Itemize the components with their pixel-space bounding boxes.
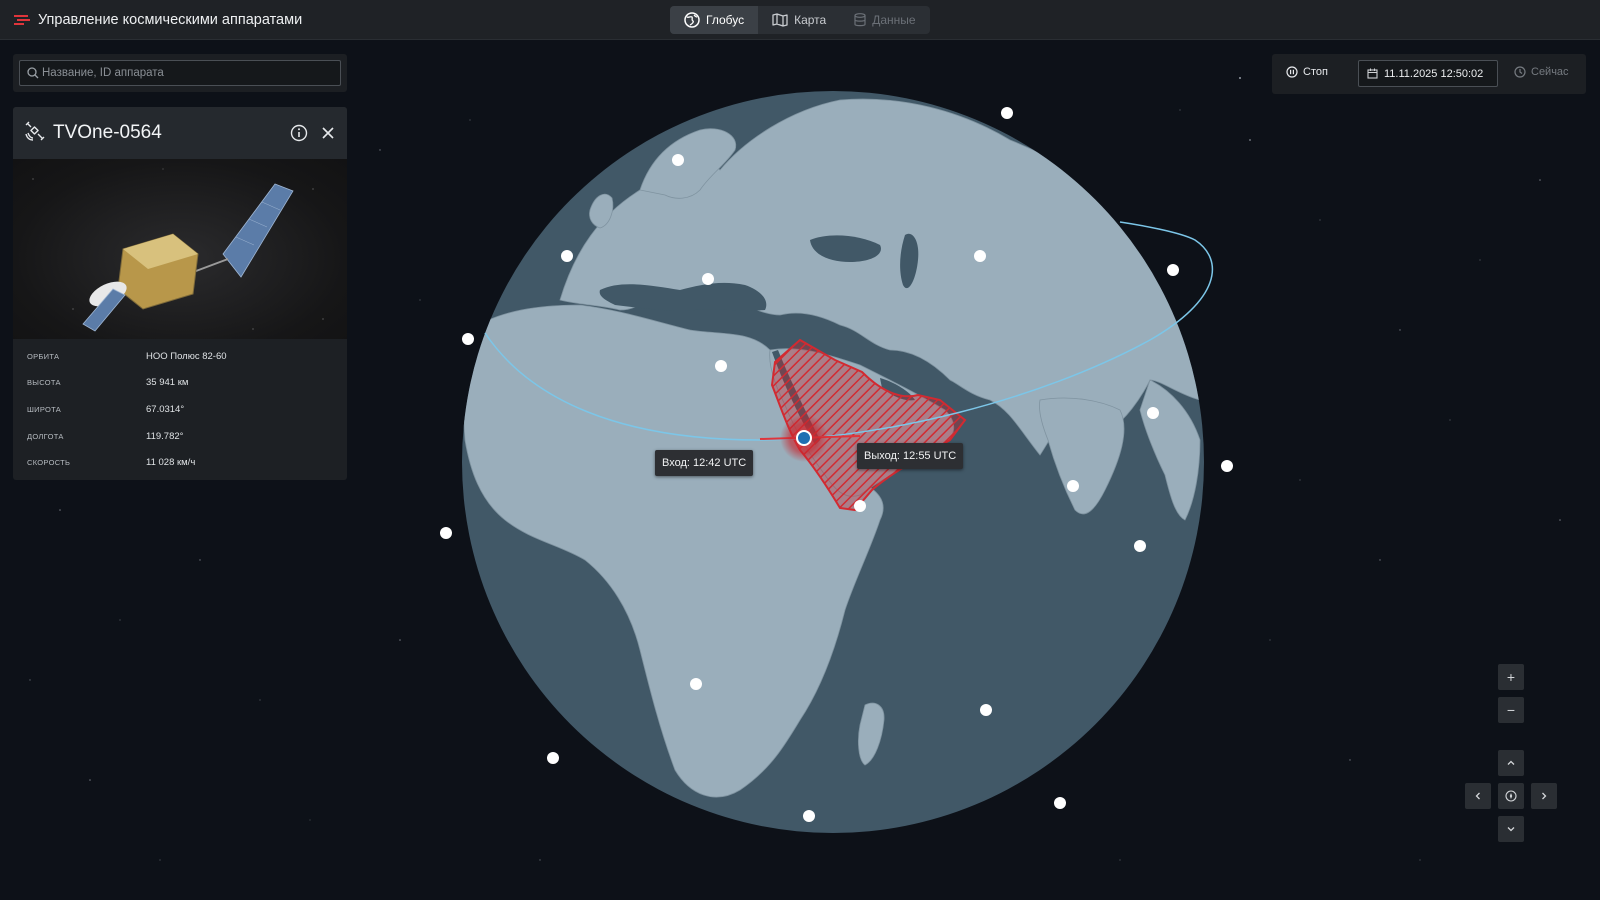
entry-time-tooltip: Вход: 12:42 UTC <box>655 450 754 476</box>
param-value: 35 941 км <box>146 377 189 389</box>
param-value: 67.0314° <box>146 403 185 415</box>
satellite-marker[interactable] <box>702 273 714 285</box>
satellite-name: TVOne-0564 <box>53 122 162 143</box>
param-value: НОО Полюс 82-60 <box>146 350 227 362</box>
chevron-right-icon <box>1542 792 1547 800</box>
search-panel <box>13 54 347 92</box>
chevron-up-icon <box>1507 760 1515 765</box>
satellite-image <box>13 159 347 339</box>
map-icon <box>772 13 788 27</box>
tab-map[interactable]: Карта <box>758 6 840 34</box>
entry-time-label: Вход: 12:42 UTC <box>662 457 747 469</box>
satellite-marker[interactable] <box>690 678 702 690</box>
satellite-marker[interactable] <box>854 500 866 512</box>
param-row-orbit: ОРБИТА НОО Полюс 82-60 <box>13 343 347 370</box>
stop-button[interactable]: Стоп <box>1286 66 1328 78</box>
search-input[interactable] <box>42 61 336 85</box>
zoom-out-button[interactable]: − <box>1498 697 1524 723</box>
top-bar: Управление космическими аппаратами Глобу… <box>0 0 1600 40</box>
param-row-longitude: ДОЛГОТА 119.782° <box>13 423 347 450</box>
now-button[interactable]: Сейчас <box>1514 66 1569 78</box>
datetime-field[interactable]: 11.11.2025 12:50:02 <box>1358 60 1498 87</box>
satellite-card-header: TVOne-0564 <box>13 107 347 159</box>
stop-label: Стоп <box>1303 66 1328 78</box>
chevron-left-icon <box>1475 792 1480 800</box>
param-row-altitude: ВЫСОТА 35 941 км <box>13 370 347 397</box>
tab-map-label: Карта <box>794 13 827 27</box>
clock-icon <box>1514 66 1526 78</box>
satellite-marker[interactable] <box>561 250 573 262</box>
satellite-marker[interactable] <box>1221 460 1233 472</box>
param-key: ДОЛГОТА <box>27 431 64 441</box>
satellite-marker[interactable] <box>1167 264 1179 276</box>
satellite-marker[interactable] <box>980 704 992 716</box>
satellite-marker[interactable] <box>1067 480 1079 492</box>
satellite-marker[interactable] <box>1054 797 1066 809</box>
chevron-down-icon <box>1507 827 1515 832</box>
pan-left-button[interactable] <box>1465 783 1491 809</box>
calendar-icon <box>1367 68 1378 79</box>
compass-icon <box>1505 790 1517 802</box>
pan-up-button[interactable] <box>1498 750 1524 776</box>
tab-data[interactable]: Данные <box>840 6 929 34</box>
satellite-marker[interactable] <box>1001 107 1013 119</box>
pan-right-button[interactable] <box>1531 783 1557 809</box>
minus-icon: − <box>1506 702 1516 718</box>
globe-icon <box>684 12 700 28</box>
satellite-icon <box>25 121 45 146</box>
satellite-marker[interactable] <box>974 250 986 262</box>
param-value: 11 028 км/ч <box>146 457 196 469</box>
satellite-marker[interactable] <box>1147 407 1159 419</box>
close-icon <box>322 127 334 139</box>
param-row-speed: СКОРОСТЬ 11 028 км/ч <box>13 449 347 476</box>
datetime-value: 11.11.2025 12:50:02 <box>1384 67 1484 80</box>
exit-time-label: Выход: 12:55 UTC <box>864 450 957 462</box>
close-button[interactable] <box>316 121 340 145</box>
tab-globe-label: Глобус <box>706 13 745 27</box>
zoom-in-button[interactable]: + <box>1498 664 1524 690</box>
param-key: ОРБИТА <box>27 351 60 361</box>
satellite-marker[interactable] <box>462 333 474 345</box>
plus-icon: + <box>1506 669 1516 685</box>
now-label: Сейчас <box>1531 66 1569 78</box>
database-icon <box>854 13 866 27</box>
app-header: Управление космическими аппаратами <box>14 0 302 40</box>
recenter-button[interactable] <box>1498 783 1524 809</box>
app-title: Управление космическими аппаратами <box>38 12 303 28</box>
param-key: ВЫСОТА <box>27 378 61 388</box>
view-switch: Глобус Карта Данные <box>670 6 930 34</box>
satellite-marker[interactable] <box>440 527 452 539</box>
satellite-info-card: TVOne-0564 ОРБИТА НОО Полюс 82-60 ВЫСОТА… <box>13 107 347 480</box>
param-key: СКОРОСТЬ <box>27 458 71 468</box>
exit-time-tooltip: Выход: 12:55 UTC <box>857 443 964 469</box>
param-value: 119.782° <box>146 430 184 442</box>
satellite-marker[interactable] <box>1134 540 1146 552</box>
param-key: ШИРОТА <box>27 404 62 414</box>
app-logo-icon <box>14 14 30 26</box>
satellite-marker[interactable] <box>547 752 559 764</box>
info-button[interactable] <box>287 121 311 145</box>
pause-icon <box>1286 66 1298 78</box>
search-field <box>19 60 341 86</box>
tab-globe[interactable]: Глобус <box>670 6 759 34</box>
time-controls: Стоп 11.11.2025 12:50:02 Сейчас <box>1272 54 1586 94</box>
param-row-latitude: ШИРОТА 67.0314° <box>13 396 347 423</box>
satellite-marker[interactable] <box>672 154 684 166</box>
pan-down-button[interactable] <box>1498 816 1524 842</box>
satellite-marker[interactable] <box>803 810 815 822</box>
info-icon <box>290 124 308 142</box>
satellite-marker[interactable] <box>715 360 727 372</box>
tab-data-label: Данные <box>872 13 916 27</box>
selected-satellite-marker[interactable] <box>796 430 812 446</box>
satellite-params: ОРБИТА НОО Полюс 82-60 ВЫСОТА 35 941 км … <box>13 339 347 476</box>
